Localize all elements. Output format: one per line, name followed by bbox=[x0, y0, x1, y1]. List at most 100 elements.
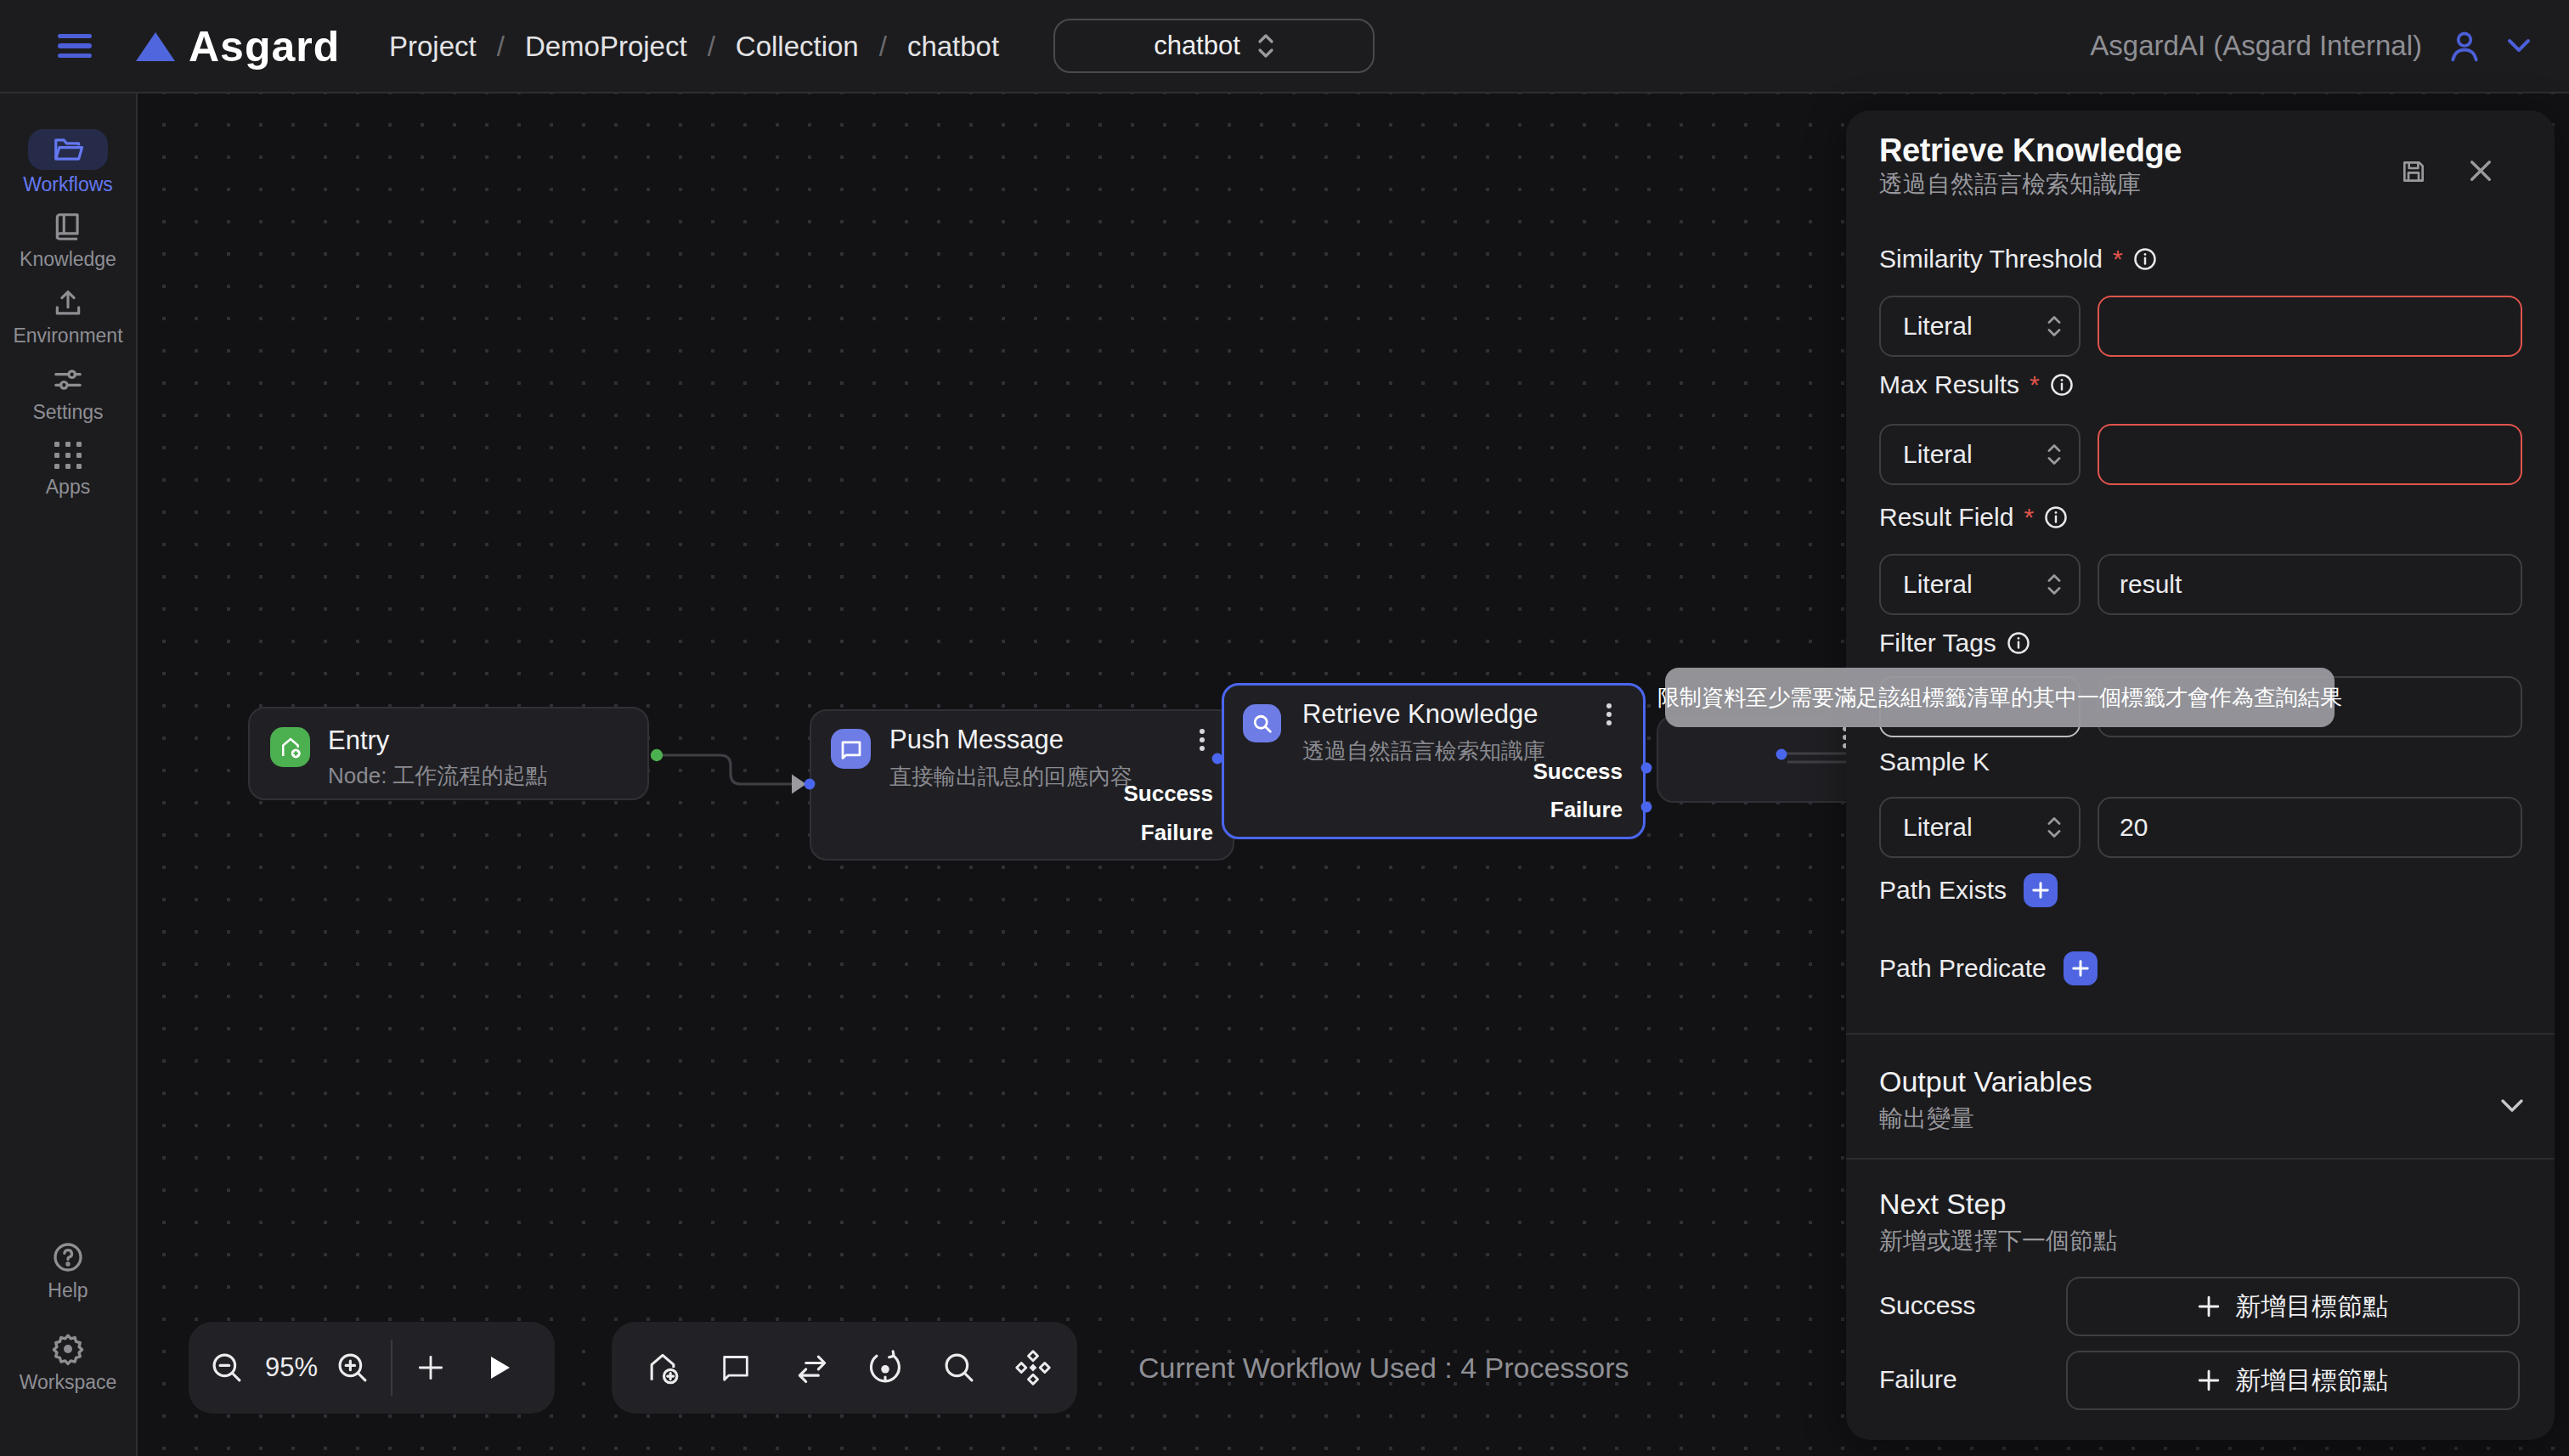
run-workflow-button[interactable] bbox=[486, 1322, 513, 1414]
value-input-result-field[interactable]: result bbox=[2098, 554, 2522, 615]
node-subtitle: Node: 工作流程的起點 bbox=[328, 761, 548, 791]
zoom-in-button[interactable] bbox=[335, 1322, 370, 1414]
sliders-icon bbox=[52, 364, 84, 396]
close-icon bbox=[2468, 158, 2493, 183]
gear-icon bbox=[51, 1332, 85, 1366]
field-label-result-field: Result Field* bbox=[1879, 503, 2068, 532]
plus-icon bbox=[2198, 1295, 2220, 1318]
value-input-max-results[interactable] bbox=[2098, 424, 2522, 485]
select-updown-icon bbox=[2047, 573, 2062, 596]
info-icon[interactable] bbox=[2133, 247, 2157, 271]
add-target-node-failure-button[interactable]: 新增目標節點 bbox=[2066, 1351, 2520, 1410]
retrieve-knowledge-icon bbox=[1243, 704, 1281, 742]
entry-icon bbox=[270, 727, 310, 767]
node-menu-icon[interactable] bbox=[1189, 726, 1216, 760]
add-target-node-success-button[interactable]: 新增目標節點 bbox=[2066, 1277, 2520, 1336]
node-entry[interactable]: Entry Node: 工作流程的起點 bbox=[248, 707, 649, 800]
output-variables-title: Output Variables bbox=[1879, 1065, 2092, 1098]
next-step-subtitle: 新增或選擇下一個節點 bbox=[1879, 1225, 2117, 1257]
workflow-select-value: chatbot bbox=[1154, 31, 1240, 61]
node-title: Push Message bbox=[889, 725, 1064, 755]
sidebar-item-help[interactable]: Help bbox=[0, 1240, 136, 1302]
info-icon[interactable] bbox=[2007, 631, 2030, 655]
sidebar-item-workflows[interactable]: Workflows bbox=[0, 129, 136, 196]
field-label-similarity-threshold: Similarity Threshold* bbox=[1879, 245, 2157, 274]
swap-connection-button[interactable] bbox=[793, 1322, 831, 1414]
plus-icon bbox=[2031, 881, 2050, 900]
sidebar-item-settings[interactable]: Settings bbox=[0, 364, 136, 424]
add-message-node-button[interactable] bbox=[719, 1322, 753, 1414]
type-select-sample-k[interactable]: Literal bbox=[1879, 797, 2081, 858]
port-label-failure: Failure bbox=[1141, 820, 1213, 846]
next-step-failure-label: Failure bbox=[1879, 1365, 1957, 1394]
select-updown-icon bbox=[2047, 815, 2062, 839]
node-title: Entry bbox=[328, 725, 389, 756]
app-header: Asgard Project/ DemoProject/ Collection/… bbox=[0, 0, 2569, 93]
field-label-sample-k: Sample K bbox=[1879, 748, 1990, 776]
add-entry-node-button[interactable] bbox=[644, 1322, 681, 1414]
broadcast-button[interactable] bbox=[867, 1322, 904, 1414]
account-chevron-down-icon[interactable] bbox=[2507, 38, 2531, 54]
breadcrumb-demoproject[interactable]: DemoProject bbox=[525, 31, 687, 63]
book-icon bbox=[52, 211, 84, 243]
node-subtitle: 直接輸出訊息的回應內容 bbox=[889, 762, 1132, 792]
field-label-max-results: Max Results* bbox=[1879, 370, 2074, 399]
node-config-panel: Retrieve Knowledge 透過自然語言檢索知識庫 Similarit… bbox=[1846, 110, 2555, 1440]
select-updown-icon bbox=[1257, 32, 1274, 59]
port-label-success: Success bbox=[1123, 781, 1213, 807]
select-updown-icon bbox=[2047, 443, 2062, 466]
panel-subtitle: 透過自然語言檢索知識庫 bbox=[1879, 168, 2141, 200]
sidebar-item-environment[interactable]: Environment bbox=[0, 287, 136, 347]
node-tools-toolbar bbox=[612, 1322, 1077, 1414]
field-label-path-exists: Path Exists bbox=[1879, 876, 2007, 905]
node-push-message[interactable]: Push Message 直接輸出訊息的回應內容 Success Failure bbox=[810, 709, 1234, 861]
help-circle-icon bbox=[51, 1240, 85, 1274]
upload-icon bbox=[52, 287, 84, 319]
move-canvas-button[interactable] bbox=[1014, 1322, 1052, 1414]
type-select-max-results[interactable]: Literal bbox=[1879, 424, 2081, 485]
path-exists-row: Path Exists bbox=[1879, 873, 2058, 907]
add-node-button[interactable] bbox=[415, 1322, 447, 1414]
panel-title: Retrieve Knowledge bbox=[1879, 133, 2182, 169]
menu-icon[interactable] bbox=[58, 34, 92, 58]
account-name: AsgardAI (Asgard Internal) bbox=[2090, 30, 2422, 62]
plus-icon bbox=[2198, 1369, 2220, 1391]
sidebar-item-knowledge[interactable]: Knowledge bbox=[0, 211, 136, 271]
info-icon[interactable] bbox=[2044, 505, 2068, 529]
save-icon bbox=[2400, 158, 2427, 185]
push-message-icon bbox=[831, 729, 871, 769]
select-updown-icon bbox=[2047, 314, 2062, 338]
filter-tags-tooltip: 限制資料至少需要滿足該組標籤清單的其中一個標籤才會作為查詢結果 bbox=[1665, 668, 2335, 727]
workflow-select[interactable]: chatbot bbox=[1053, 19, 1375, 73]
workflow-status-text: Current Workflow Used : 4 Processors bbox=[1138, 1322, 1629, 1414]
apps-grid-icon bbox=[53, 440, 83, 471]
app-title: Asgard bbox=[189, 22, 340, 71]
search-canvas-button[interactable] bbox=[941, 1322, 977, 1414]
zoom-level: 95% bbox=[265, 1322, 318, 1414]
value-input-similarity-threshold[interactable] bbox=[2098, 296, 2522, 357]
folder-icon bbox=[52, 133, 84, 166]
node-subtitle: 透過自然語言檢索知識庫 bbox=[1302, 736, 1545, 766]
save-button[interactable] bbox=[2400, 158, 2427, 192]
close-panel-button[interactable] bbox=[2468, 158, 2493, 190]
add-path-exists-button[interactable] bbox=[2024, 873, 2058, 907]
asgard-logo-icon bbox=[136, 32, 175, 61]
breadcrumb-project[interactable]: Project bbox=[389, 31, 477, 63]
sidebar-item-workspace[interactable]: Workspace bbox=[0, 1332, 136, 1394]
node-retrieve-knowledge[interactable]: Retrieve Knowledge 透過自然語言檢索知識庫 Success F… bbox=[1222, 683, 1646, 839]
type-select-result-field[interactable]: Literal bbox=[1879, 554, 2081, 615]
type-select-similarity-threshold[interactable]: Literal bbox=[1879, 296, 2081, 357]
node-menu-icon[interactable] bbox=[1595, 701, 1623, 735]
chevron-down-icon bbox=[2500, 1098, 2524, 1114]
add-path-predicate-button[interactable] bbox=[2064, 951, 2098, 985]
sidebar-item-apps[interactable]: Apps bbox=[0, 440, 136, 499]
breadcrumb-collection[interactable]: Collection bbox=[736, 31, 859, 63]
plus-icon bbox=[2071, 959, 2090, 978]
output-variables-expand-button[interactable] bbox=[2500, 1089, 2524, 1120]
info-icon[interactable] bbox=[2050, 373, 2074, 397]
node-title: Retrieve Knowledge bbox=[1302, 699, 1538, 730]
value-input-sample-k[interactable]: 20 bbox=[2098, 797, 2522, 858]
breadcrumb-chatbot[interactable]: chatbot bbox=[907, 31, 999, 63]
user-icon[interactable] bbox=[2446, 27, 2483, 65]
zoom-out-button[interactable] bbox=[209, 1322, 245, 1414]
